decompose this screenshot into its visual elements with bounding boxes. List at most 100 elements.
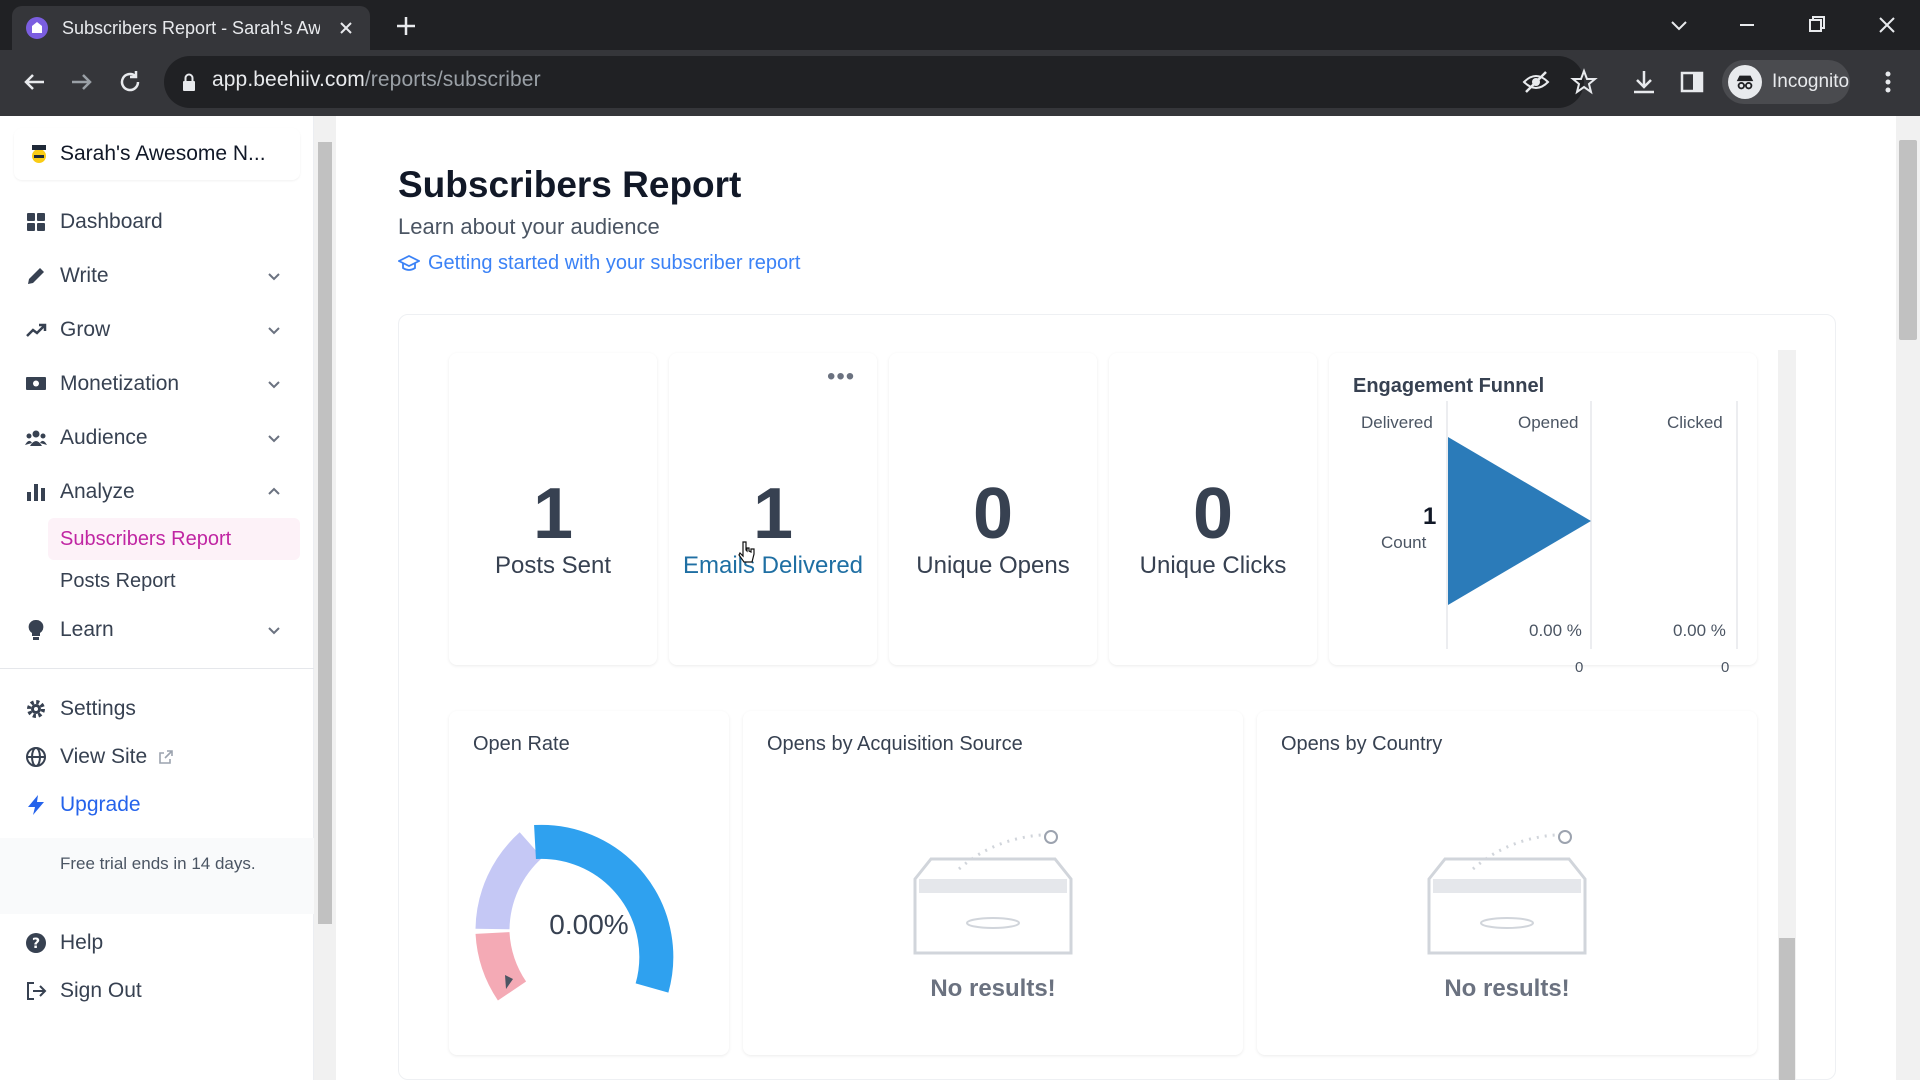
- funnel-shape: [1448, 437, 1591, 605]
- country-empty-text: No results!: [1444, 975, 1570, 1002]
- minimize-icon[interactable]: [1732, 10, 1762, 40]
- sidebar-item-label: Help: [60, 931, 104, 954]
- sidebar-item-analyze[interactable]: Analyze: [24, 472, 284, 512]
- sidebar-divider: [0, 668, 314, 669]
- forward-icon[interactable]: [66, 66, 98, 98]
- funnel-count-value: 1: [1423, 503, 1437, 530]
- country-title: Opens by Country: [1281, 733, 1443, 755]
- reload-icon[interactable]: [114, 66, 146, 98]
- bar-chart-icon: [27, 484, 45, 501]
- sidebar-item-audience[interactable]: Audience: [24, 418, 284, 458]
- sidebar-item-settings[interactable]: Settings: [24, 689, 284, 729]
- graduation-cap-icon: [398, 254, 420, 271]
- page-title: Subscribers Report: [398, 164, 742, 205]
- sidebar-item-subscribers-report[interactable]: Subscribers Report: [48, 518, 300, 560]
- bookmark-star-icon[interactable]: [1568, 66, 1600, 98]
- money-icon: [26, 377, 46, 390]
- acquisition-empty-text: No results!: [930, 975, 1056, 1002]
- sidebar-item-learn[interactable]: Learn: [24, 610, 284, 650]
- sidebar-item-posts-report[interactable]: Posts Report: [48, 560, 300, 602]
- stat-card-posts-sent: 1 Posts Sent: [449, 353, 657, 665]
- sidebar-item-label: Monetization: [60, 372, 180, 395]
- help-icon: ?: [26, 933, 46, 953]
- publication-switcher[interactable]: Sarah's Awesome N...: [14, 128, 300, 180]
- incognito-icon: [1728, 65, 1762, 99]
- grid-icon: [27, 213, 45, 231]
- download-icon[interactable]: [1628, 66, 1660, 98]
- funnel-clicked-count: 0: [1721, 659, 1730, 676]
- beehiiv-favicon-icon: [26, 17, 48, 39]
- sidebar-item-help[interactable]: ? Help: [24, 923, 284, 963]
- sidebar-item-grow[interactable]: Grow: [24, 310, 284, 350]
- more-options-icon[interactable]: •••: [827, 363, 855, 391]
- pencil-icon: [28, 268, 44, 284]
- sidebar-item-upgrade[interactable]: Upgrade: [24, 785, 284, 825]
- stat-card-emails-delivered[interactable]: ••• 1 Emails Delivered: [669, 353, 877, 665]
- country-card: Opens by Country No results!: [1257, 711, 1757, 1055]
- acquisition-source-title: Opens by Acquisition Source: [767, 733, 1023, 755]
- stat-value: 0: [972, 474, 1014, 554]
- engagement-funnel-card: Engagement Funnel Delivered Opened Click…: [1329, 353, 1757, 676]
- sidebar-item-monetization[interactable]: Monetization: [24, 364, 284, 404]
- eye-off-icon[interactable]: [1520, 66, 1552, 98]
- sidebar-item-label: Analyze: [60, 480, 135, 503]
- sidebar-item-label: Settings: [60, 697, 136, 720]
- page-subtitle: Learn about your audience: [398, 214, 660, 239]
- sidebar-item-write[interactable]: Write: [24, 256, 284, 296]
- funnel-clicked-pct: 0.00 %: [1673, 621, 1726, 640]
- sidebar-item-label: Grow: [60, 318, 111, 341]
- chevron-down-icon: [268, 273, 280, 281]
- stat-value: 1: [752, 474, 794, 554]
- mouse-cursor-icon: [738, 541, 755, 563]
- back-icon[interactable]: [18, 66, 50, 98]
- close-window-icon[interactable]: [1872, 10, 1902, 40]
- panel-scrollbar-thumb[interactable]: [1779, 938, 1795, 1080]
- stat-value: 0: [1192, 474, 1234, 554]
- trial-notice: Free trial ends in 14 days.: [0, 838, 314, 914]
- sidebar-scrollbar-thumb[interactable]: [318, 142, 332, 924]
- side-panel-icon[interactable]: [1676, 66, 1708, 98]
- sidebar-item-label: Sign Out: [60, 979, 142, 1002]
- chevron-down-icon: [268, 327, 280, 335]
- funnel-chart: [1446, 401, 1738, 649]
- external-link-icon: [159, 750, 173, 764]
- chevron-down-icon: [268, 435, 280, 443]
- guide-link[interactable]: Getting started with your subscriber rep…: [398, 252, 800, 275]
- new-tab-icon[interactable]: [392, 12, 420, 40]
- funnel-count-label: Count: [1381, 533, 1427, 552]
- publication-name: Sarah's Awesome N...: [60, 142, 266, 165]
- empty-inbox-icon: [913, 830, 1073, 955]
- guide-link-text: Getting started with your subscriber rep…: [428, 252, 801, 274]
- browser-menu-icon[interactable]: [1876, 66, 1900, 98]
- sidebar-item-label: Audience: [60, 426, 148, 449]
- sidebar-item-label: Write: [60, 264, 109, 287]
- close-tab-icon[interactable]: [336, 18, 356, 38]
- incognito-label: Incognito: [1772, 71, 1850, 92]
- tab-search-chevron-icon[interactable]: [1664, 10, 1694, 40]
- open-rate-gauge: [475, 824, 674, 1001]
- chevron-down-icon: [268, 627, 280, 635]
- empty-inbox-icon: [1427, 830, 1587, 955]
- sidebar-item-label: Learn: [60, 618, 114, 641]
- stat-label: Unique Opens: [916, 552, 1070, 579]
- lightning-icon: [28, 795, 44, 815]
- open-rate-value: 0.00%: [549, 909, 629, 940]
- sidebar-item-label: Upgrade: [60, 793, 141, 816]
- publication-logo-icon: [32, 145, 46, 163]
- restore-icon[interactable]: [1802, 10, 1832, 40]
- sidebar-item-dashboard[interactable]: Dashboard: [24, 202, 284, 242]
- stat-value: 1: [532, 474, 574, 554]
- url-text[interactable]: app.beehiiv.com/reports/subscriber: [212, 68, 541, 92]
- sidebar-item-view-site[interactable]: View Site: [24, 737, 284, 777]
- sidebar: Sarah's Awesome N... Dashboard Write Gro…: [0, 116, 314, 1080]
- stat-label: Emails Delivered: [682, 552, 864, 579]
- sidebar-item-sign-out[interactable]: Sign Out: [24, 971, 284, 1011]
- stat-card-unique-opens: 0 Unique Opens: [889, 353, 1097, 665]
- svg-text:?: ?: [32, 936, 40, 952]
- page-scrollbar-thumb[interactable]: [1899, 140, 1917, 340]
- browser-tab[interactable]: Subscribers Report - Sarah's Awesome New…: [12, 6, 370, 50]
- browser-titlebar: Subscribers Report - Sarah's Awesome New…: [0, 0, 1920, 50]
- sidebar-item-label: View Site: [60, 745, 148, 768]
- incognito-badge[interactable]: Incognito: [1722, 60, 1850, 104]
- funnel-opened-count: 0: [1575, 659, 1584, 676]
